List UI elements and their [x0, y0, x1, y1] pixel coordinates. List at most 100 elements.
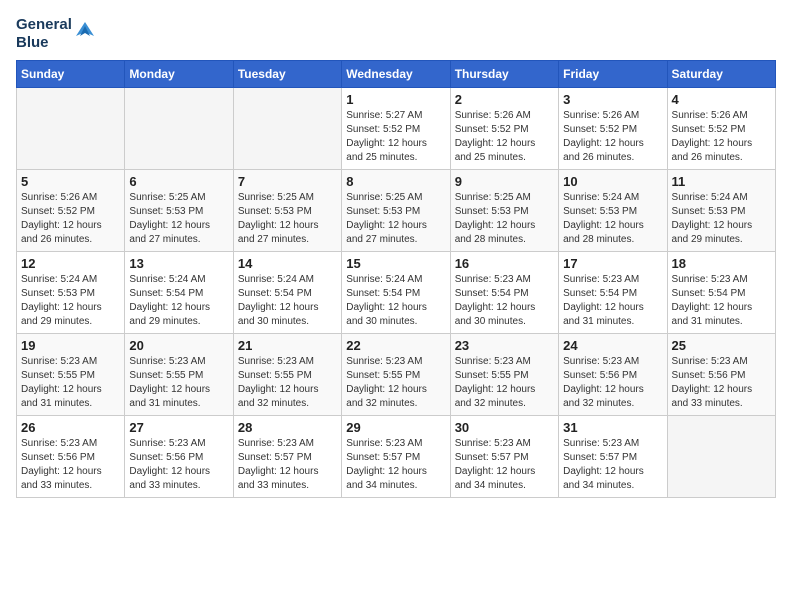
day-number: 23 [455, 338, 554, 353]
calendar-cell: 14Sunrise: 5:24 AM Sunset: 5:54 PM Dayli… [233, 252, 341, 334]
calendar-cell: 9 Sunrise: 5:25 AM Sunset: 5:53 PM Daylig… [450, 170, 558, 252]
day-info: Sunrise: 5:23 AM Sunset: 5:56 PM Dayligh… [672, 355, 771, 411]
weekday-header: Saturday [667, 61, 775, 88]
day-number: 11 [672, 174, 771, 189]
day-number: 7 [238, 174, 337, 189]
day-number: 6 [129, 174, 228, 189]
day-info: Sunrise: 5:25 AM Sunset: 5:53 PM Dayligh… [238, 191, 337, 247]
weekday-header: Sunday [17, 61, 125, 88]
logo-text-blue: Blue [16, 34, 72, 52]
calendar-week-row: 26 Sunrise: 5:23 AM Sunset: 5:56 PM Dayli… [17, 416, 776, 498]
day-number: 25 [672, 338, 771, 353]
calendar-cell: 20 Sunrise: 5:23 AM Sunset: 5:55 PM Dayli… [125, 334, 233, 416]
day-info: Sunrise: 5:25 AM Sunset: 5:53 PM Dayligh… [455, 191, 554, 247]
calendar-cell: 3 Sunrise: 5:26 AM Sunset: 5:52 PM Daylig… [559, 88, 667, 170]
day-info: Sunrise: 5:23 AM Sunset: 5:55 PM Dayligh… [238, 355, 337, 411]
day-number: 15 [346, 256, 445, 271]
day-info: Sunrise: 5:26 AM Sunset: 5:52 PM Dayligh… [672, 109, 771, 165]
day-info: Sunrise: 5:23 AM Sunset: 5:55 PM Dayligh… [21, 355, 120, 411]
weekday-header: Tuesday [233, 61, 341, 88]
day-info: Sunrise: 5:23 AM Sunset: 5:54 PM Dayligh… [672, 273, 771, 329]
calendar-cell: 12 Sunrise: 5:24 AM Sunset: 5:53 PM Dayli… [17, 252, 125, 334]
logo-graphic: General Blue [16, 16, 96, 52]
day-number: 14 [238, 256, 337, 271]
day-info: Sunrise: 5:23 AM Sunset: 5:55 PM Dayligh… [129, 355, 228, 411]
day-number: 13 [129, 256, 228, 271]
calendar-cell: 19Sunrise: 5:23 AM Sunset: 5:55 PM Dayli… [17, 334, 125, 416]
day-number: 9 [455, 174, 554, 189]
logo: General Blue [16, 16, 96, 52]
logo-text-general: General [16, 16, 72, 34]
day-info: Sunrise: 5:24 AM Sunset: 5:54 PM Dayligh… [129, 273, 228, 329]
logo-bird-icon [74, 18, 96, 40]
day-number: 4 [672, 92, 771, 107]
calendar-cell: 29 Sunrise: 5:23 AM Sunset: 5:57 PM Dayli… [342, 416, 450, 498]
calendar-cell: 28 Sunrise: 5:23 AM Sunset: 5:57 PM Dayli… [233, 416, 341, 498]
calendar-cell: 6 Sunrise: 5:25 AM Sunset: 5:53 PM Daylig… [125, 170, 233, 252]
calendar-cell: 30 Sunrise: 5:23 AM Sunset: 5:57 PM Dayli… [450, 416, 558, 498]
calendar-cell: 15 Sunrise: 5:24 AM Sunset: 5:54 PM Dayli… [342, 252, 450, 334]
day-number: 10 [563, 174, 662, 189]
calendar-cell: 24 Sunrise: 5:23 AM Sunset: 5:56 PM Dayli… [559, 334, 667, 416]
day-number: 26 [21, 420, 120, 435]
calendar-cell: 16 Sunrise: 5:23 AM Sunset: 5:54 PM Dayli… [450, 252, 558, 334]
day-number: 16 [455, 256, 554, 271]
calendar-cell [233, 88, 341, 170]
calendar-table: SundayMondayTuesdayWednesdayThursdayFrid… [16, 60, 776, 498]
day-number: 20 [129, 338, 228, 353]
calendar-cell: 22 Sunrise: 5:23 AM Sunset: 5:55 PM Dayli… [342, 334, 450, 416]
weekday-header: Friday [559, 61, 667, 88]
day-info: Sunrise: 5:23 AM Sunset: 5:56 PM Dayligh… [129, 437, 228, 493]
weekday-header-row: SundayMondayTuesdayWednesdayThursdayFrid… [17, 61, 776, 88]
calendar-week-row: 5Sunrise: 5:26 AM Sunset: 5:52 PM Daylig… [17, 170, 776, 252]
calendar-cell: 10Sunrise: 5:24 AM Sunset: 5:53 PM Dayli… [559, 170, 667, 252]
calendar-cell: 31Sunrise: 5:23 AM Sunset: 5:57 PM Dayli… [559, 416, 667, 498]
day-info: Sunrise: 5:23 AM Sunset: 5:55 PM Dayligh… [346, 355, 445, 411]
day-info: Sunrise: 5:23 AM Sunset: 5:54 PM Dayligh… [563, 273, 662, 329]
weekday-header: Wednesday [342, 61, 450, 88]
calendar-cell: 13 Sunrise: 5:24 AM Sunset: 5:54 PM Dayli… [125, 252, 233, 334]
calendar-cell: 1Sunrise: 5:27 AM Sunset: 5:52 PM Daylig… [342, 88, 450, 170]
calendar-cell: 8Sunrise: 5:25 AM Sunset: 5:53 PM Daylig… [342, 170, 450, 252]
weekday-header: Monday [125, 61, 233, 88]
day-number: 28 [238, 420, 337, 435]
day-info: Sunrise: 5:23 AM Sunset: 5:55 PM Dayligh… [455, 355, 554, 411]
calendar-cell: 4 Sunrise: 5:26 AM Sunset: 5:52 PM Daylig… [667, 88, 775, 170]
day-info: Sunrise: 5:23 AM Sunset: 5:57 PM Dayligh… [238, 437, 337, 493]
calendar-week-row: 12 Sunrise: 5:24 AM Sunset: 5:53 PM Dayli… [17, 252, 776, 334]
day-number: 29 [346, 420, 445, 435]
calendar-cell: 25 Sunrise: 5:23 AM Sunset: 5:56 PM Dayli… [667, 334, 775, 416]
calendar-cell: 5Sunrise: 5:26 AM Sunset: 5:52 PM Daylig… [17, 170, 125, 252]
calendar-cell [125, 88, 233, 170]
day-number: 3 [563, 92, 662, 107]
calendar-cell: 18 Sunrise: 5:23 AM Sunset: 5:54 PM Dayli… [667, 252, 775, 334]
day-info: Sunrise: 5:23 AM Sunset: 5:57 PM Dayligh… [455, 437, 554, 493]
day-number: 24 [563, 338, 662, 353]
day-info: Sunrise: 5:26 AM Sunset: 5:52 PM Dayligh… [563, 109, 662, 165]
calendar-cell: 17 Sunrise: 5:23 AM Sunset: 5:54 PM Dayli… [559, 252, 667, 334]
day-info: Sunrise: 5:24 AM Sunset: 5:54 PM Dayligh… [346, 273, 445, 329]
day-number: 22 [346, 338, 445, 353]
day-number: 1 [346, 92, 445, 107]
day-info: Sunrise: 5:23 AM Sunset: 5:57 PM Dayligh… [346, 437, 445, 493]
day-info: Sunrise: 5:25 AM Sunset: 5:53 PM Dayligh… [129, 191, 228, 247]
day-number: 12 [21, 256, 120, 271]
day-info: Sunrise: 5:26 AM Sunset: 5:52 PM Dayligh… [455, 109, 554, 165]
day-number: 17 [563, 256, 662, 271]
day-number: 30 [455, 420, 554, 435]
day-info: Sunrise: 5:24 AM Sunset: 5:53 PM Dayligh… [21, 273, 120, 329]
calendar-cell [17, 88, 125, 170]
day-number: 18 [672, 256, 771, 271]
calendar-cell: 27 Sunrise: 5:23 AM Sunset: 5:56 PM Dayli… [125, 416, 233, 498]
day-number: 8 [346, 174, 445, 189]
day-info: Sunrise: 5:23 AM Sunset: 5:56 PM Dayligh… [563, 355, 662, 411]
weekday-header: Thursday [450, 61, 558, 88]
calendar-cell: 2 Sunrise: 5:26 AM Sunset: 5:52 PM Daylig… [450, 88, 558, 170]
day-number: 21 [238, 338, 337, 353]
calendar-cell: 7 Sunrise: 5:25 AM Sunset: 5:53 PM Daylig… [233, 170, 341, 252]
day-number: 2 [455, 92, 554, 107]
day-number: 27 [129, 420, 228, 435]
calendar-cell: 23 Sunrise: 5:23 AM Sunset: 5:55 PM Dayli… [450, 334, 558, 416]
day-info: Sunrise: 5:23 AM Sunset: 5:54 PM Dayligh… [455, 273, 554, 329]
calendar-cell: 21 Sunrise: 5:23 AM Sunset: 5:55 PM Dayli… [233, 334, 341, 416]
